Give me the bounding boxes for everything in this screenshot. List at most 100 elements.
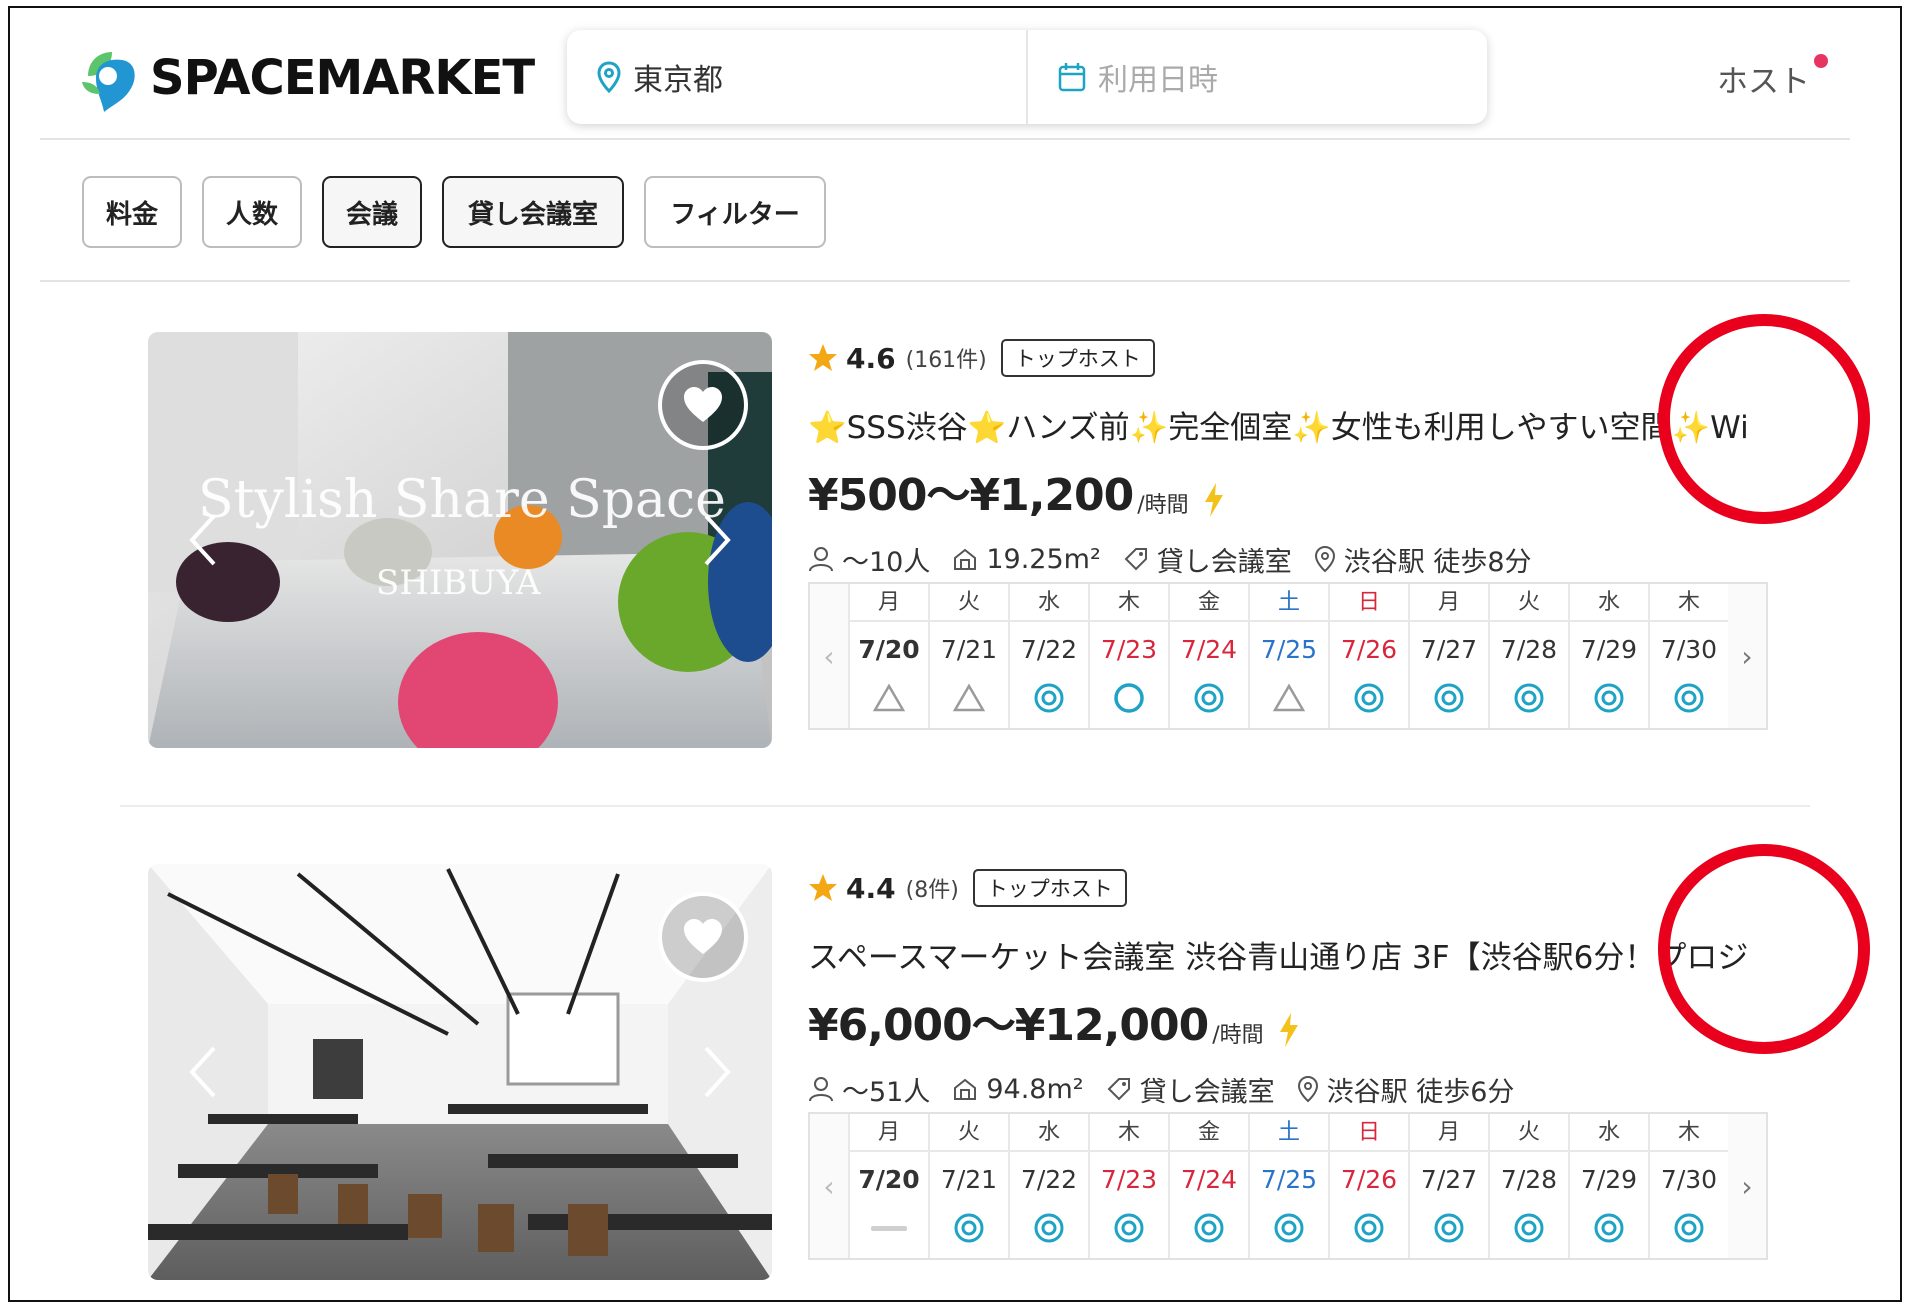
filter-meeting-chip[interactable]: 会議 <box>322 176 422 248</box>
calendar-weekday: 水 <box>1570 1114 1648 1152</box>
calendar-weekday: 日 <box>1330 584 1408 622</box>
listing-title[interactable]: ⭐SSS渋谷⭐ハンズ前✨完全個室✨女性も利用しやすい空間✨WiFi <box>808 402 1748 447</box>
photo-prev-arrow-icon[interactable] <box>184 1042 224 1102</box>
availability-triangle-icon <box>930 672 1008 724</box>
calendar-day[interactable]: 木 7/23 <box>1088 1114 1168 1258</box>
calendar-day[interactable]: 月 7/20 <box>848 584 928 728</box>
calendar-date: 7/21 <box>940 1165 998 1194</box>
calendar-day[interactable]: 金 7/24 <box>1168 584 1248 728</box>
station: 渋谷駅 徒歩8分 <box>1314 540 1532 579</box>
calendar-days: 月 7/20 火 7/21 水 7/22 木 7/23 金 7/24 土 7/25 日 7/26 月 7/27… <box>848 1114 1728 1258</box>
availability-double-circle-icon <box>1650 1202 1728 1254</box>
calendar-weekday: 木 <box>1090 1114 1168 1152</box>
category: 貸し会議室 <box>1123 540 1292 579</box>
calendar-day[interactable]: 土 7/25 <box>1248 1114 1328 1258</box>
calendar-date: 7/29 <box>1580 1165 1638 1194</box>
tag-icon <box>1107 1078 1130 1101</box>
photo-prev-arrow-icon[interactable] <box>184 510 224 570</box>
availability-double-circle-icon <box>1170 672 1248 724</box>
availability-double-circle-icon <box>1410 672 1488 724</box>
calendar-day[interactable]: 火 7/28 <box>1488 1114 1568 1258</box>
search-bar: 東京都 利用日時 <box>567 30 1487 124</box>
availability-double-circle-icon <box>1330 1202 1408 1254</box>
host-link[interactable]: ホスト <box>1717 54 1828 101</box>
rating-row: 4.6 (161件) トップホスト <box>808 336 1748 380</box>
calendar-day[interactable]: 水 7/22 <box>1008 584 1088 728</box>
listing-info: 4.6 (161件) トップホスト ⭐SSS渋谷⭐ハンズ前✨完全個室✨女性も利用… <box>808 336 1748 579</box>
calendar-day[interactable]: 火 7/21 <box>928 1114 1008 1258</box>
calendar-day[interactable]: 水 7/22 <box>1008 1114 1088 1258</box>
area-value: 94.8m² <box>986 1073 1084 1105</box>
screenshot-frame: SPACEMARKET 東京都 利用日時 ホスト 料金 人数 会議 貸し会議室 … <box>8 6 1902 1302</box>
calendar-day[interactable]: 木 7/30 <box>1648 584 1728 728</box>
favorite-heart-icon[interactable] <box>658 360 748 450</box>
annotation-red-circle <box>1658 314 1870 524</box>
availability-triangle-icon <box>1250 672 1328 724</box>
calendar-date: 7/24 <box>1180 1165 1238 1194</box>
listing-photo[interactable] <box>148 864 772 1280</box>
annotation-red-circle <box>1658 844 1870 1054</box>
calendar-prev-icon[interactable]: ‹ <box>810 584 848 728</box>
price-range: ¥500〜¥1,200 <box>808 470 1134 521</box>
rating-row: 4.4 (8件) トップホスト <box>808 866 1748 910</box>
calendar-date: 7/26 <box>1340 635 1398 664</box>
calendar-day[interactable]: 月 7/20 <box>848 1114 928 1258</box>
calendar-weekday: 月 <box>850 1114 928 1152</box>
calendar-weekday: 月 <box>850 584 928 622</box>
calendar-weekday: 土 <box>1250 1114 1328 1152</box>
filter-price-chip[interactable]: 料金 <box>82 176 182 248</box>
location-search-field[interactable]: 東京都 <box>567 30 1026 124</box>
calendar-date: 7/23 <box>1100 1165 1158 1194</box>
availability-circle-icon <box>1090 672 1168 724</box>
calendar-date: 7/24 <box>1180 635 1238 664</box>
calendar-day[interactable]: 水 7/29 <box>1568 1114 1648 1258</box>
calendar-day[interactable]: 日 7/26 <box>1328 1114 1408 1258</box>
listing-title[interactable]: スペースマーケット会議室 渋谷青山通り店 3F【渋谷駅6分！プロジ <box>808 932 1748 977</box>
filter-label: フィルター <box>670 199 800 230</box>
calendar-weekday: 木 <box>1650 584 1728 622</box>
calendar-date: 7/30 <box>1660 1165 1718 1194</box>
calendar-weekday: 金 <box>1170 1114 1248 1152</box>
availability-double-circle-icon <box>1570 672 1648 724</box>
calendar-date: 7/26 <box>1340 1165 1398 1194</box>
favorite-heart-icon[interactable] <box>658 892 748 982</box>
calendar-weekday: 火 <box>1490 1114 1568 1152</box>
calendar-date: 7/30 <box>1660 635 1718 664</box>
calendar-day[interactable]: 金 7/24 <box>1168 1114 1248 1258</box>
calendar-day[interactable]: 火 7/28 <box>1488 584 1568 728</box>
calendar-day[interactable]: 水 7/29 <box>1568 584 1648 728</box>
filter-more-chip[interactable]: フィルター <box>644 176 826 248</box>
capacity: 〜10人 <box>808 540 930 579</box>
filter-rental-meeting-room-chip[interactable]: 貸し会議室 <box>442 176 624 248</box>
date-search-field[interactable]: 利用日時 <box>1026 30 1487 124</box>
calendar-day[interactable]: 土 7/25 <box>1248 584 1328 728</box>
availability-double-circle-icon <box>1490 1202 1568 1254</box>
calendar-day[interactable]: 火 7/21 <box>928 584 1008 728</box>
photo-next-arrow-icon[interactable] <box>696 1042 736 1102</box>
filter-people-chip[interactable]: 人数 <box>202 176 302 248</box>
location-value: 東京都 <box>633 63 723 98</box>
calendar-day[interactable]: 月 7/27 <box>1408 584 1488 728</box>
calendar-day[interactable]: 木 7/23 <box>1088 584 1168 728</box>
station-value: 渋谷駅 徒歩6分 <box>1326 1076 1515 1108</box>
availability-double-circle-icon <box>1330 672 1408 724</box>
instant-booking-bolt-icon <box>1204 483 1223 517</box>
listing-photo[interactable]: Stylish Share Space SHIBUYA <box>148 332 772 748</box>
calendar-weekday: 日 <box>1330 1114 1408 1152</box>
calendar-next-icon[interactable]: › <box>1728 1114 1766 1258</box>
calendar-next-icon[interactable]: › <box>1728 584 1766 728</box>
photo-next-arrow-icon[interactable] <box>696 510 736 570</box>
price-unit: /時間 <box>1212 1023 1264 1048</box>
calendar-day[interactable]: 木 7/30 <box>1648 1114 1728 1258</box>
calendar-day[interactable]: 月 7/27 <box>1408 1114 1488 1258</box>
availability-triangle-icon <box>850 672 928 724</box>
calendar-weekday: 火 <box>930 584 1008 622</box>
price-row: ¥500〜¥1,200 /時間 <box>808 465 1748 523</box>
review-count: (8件) <box>905 878 959 903</box>
calendar-day[interactable]: 日 7/26 <box>1328 584 1408 728</box>
instant-booking-bolt-icon <box>1279 1013 1298 1047</box>
logo[interactable]: SPACEMARKET <box>78 42 535 114</box>
calendar-weekday: 火 <box>1490 584 1568 622</box>
filter-label: 貸し会議室 <box>467 199 598 230</box>
calendar-prev-icon[interactable]: ‹ <box>810 1114 848 1258</box>
